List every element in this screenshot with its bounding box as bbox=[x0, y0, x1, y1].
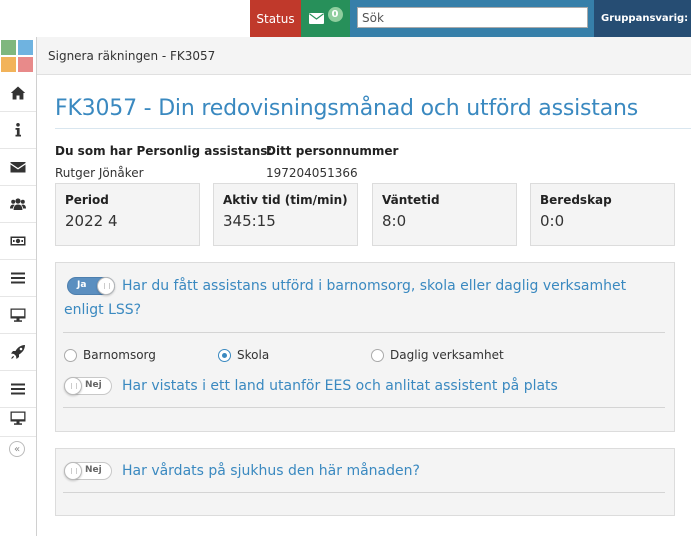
radio-circle-checked bbox=[218, 348, 231, 362]
stat-value: 2022 4 bbox=[65, 212, 118, 230]
sidebar: « bbox=[0, 37, 37, 536]
status-button[interactable]: Status bbox=[250, 0, 301, 37]
app-logo[interactable] bbox=[1, 40, 33, 72]
radio-skola[interactable]: Skola bbox=[218, 348, 269, 362]
radio-label: Skola bbox=[237, 348, 270, 362]
stat-active-time: Aktiv tid (tim/min) 345:15 bbox=[213, 183, 358, 246]
monitor-icon bbox=[10, 308, 26, 322]
divider bbox=[63, 332, 665, 333]
assistant-name: Rutger Jönåker bbox=[55, 166, 144, 180]
envelope-icon bbox=[308, 13, 324, 24]
search-input[interactable] bbox=[357, 7, 588, 28]
assistant-label: Du som har Personlig assistans: bbox=[55, 144, 273, 158]
radio-circle bbox=[371, 348, 384, 362]
envelope-icon bbox=[10, 162, 26, 173]
menu-icon bbox=[11, 272, 25, 284]
status-button-label: Status bbox=[256, 11, 295, 26]
info-icon bbox=[15, 123, 21, 137]
role-label[interactable]: Gruppansvarig: Vis bbox=[594, 0, 691, 37]
sidebar-item-list[interactable] bbox=[0, 260, 36, 297]
stat-label: Beredskap bbox=[540, 193, 612, 207]
radio-daglig-verksamhet[interactable]: Daglig verksamhet bbox=[371, 348, 504, 362]
sidebar-item-messages[interactable] bbox=[0, 149, 36, 186]
sidebar-item-launch[interactable] bbox=[0, 334, 36, 371]
page-title: FK3057 - Din redovisningsmånad och utför… bbox=[55, 96, 638, 121]
hospital-question: Har vårdats på sjukhus den här månaden? bbox=[122, 463, 420, 479]
double-chevron-left-icon: « bbox=[13, 443, 21, 455]
toggle-label: Nej bbox=[85, 380, 102, 390]
sidebar-item-users[interactable] bbox=[0, 186, 36, 223]
radio-barnomsorg[interactable]: Barnomsorg bbox=[64, 348, 156, 362]
title-divider bbox=[55, 128, 691, 129]
divider bbox=[63, 407, 665, 408]
sidebar-item-home[interactable] bbox=[0, 75, 36, 112]
menu-icon bbox=[11, 383, 25, 395]
stat-label: Period bbox=[65, 193, 109, 207]
sidebar-item-monitor[interactable] bbox=[0, 297, 36, 334]
sidebar-item-payments[interactable] bbox=[0, 223, 36, 260]
stat-value: 8:0 bbox=[382, 212, 407, 230]
sidebar-collapse-button[interactable]: « bbox=[9, 441, 25, 457]
stat-label: Väntetid bbox=[382, 193, 440, 207]
radio-label: Daglig verksamhet bbox=[390, 348, 504, 362]
users-icon bbox=[10, 198, 26, 210]
personnummer-value: 197204051366 bbox=[266, 166, 358, 180]
toggle-label: Nej bbox=[85, 465, 102, 475]
stat-waiting-time: Väntetid 8:0 bbox=[372, 183, 517, 246]
money-icon bbox=[10, 236, 26, 246]
stat-standby: Beredskap 0:0 bbox=[530, 183, 675, 246]
stat-value: 0:0 bbox=[540, 212, 565, 230]
messages-button[interactable]: 0 bbox=[301, 0, 350, 37]
radio-circle bbox=[64, 348, 77, 362]
sidebar-item-monitor-2[interactable] bbox=[0, 400, 36, 437]
rocket-icon bbox=[11, 345, 25, 359]
monitor-icon bbox=[10, 411, 26, 425]
stat-value: 345:15 bbox=[223, 212, 276, 230]
message-count-badge: 0 bbox=[327, 7, 343, 22]
top-bar: Status 0 Gruppansvarig: Vis bbox=[0, 0, 691, 37]
stat-period: Period 2022 4 bbox=[55, 183, 200, 246]
lss-question: Har du fått assistans utförd i barnomsor… bbox=[64, 278, 627, 318]
breadcrumb: Signera räkningen - FK3057 bbox=[37, 37, 691, 75]
sidebar-item-info[interactable] bbox=[0, 112, 36, 149]
toggle-knob bbox=[64, 377, 82, 395]
radio-label: Barnomsorg bbox=[83, 348, 156, 362]
ees-question: Har vistats i ett land utanför EES och a… bbox=[122, 378, 558, 394]
personnummer-label: Ditt personnummer bbox=[266, 144, 399, 158]
home-icon bbox=[10, 86, 26, 100]
divider bbox=[63, 492, 665, 493]
stat-label: Aktiv tid (tim/min) bbox=[223, 193, 348, 207]
ees-toggle[interactable]: Nej bbox=[64, 377, 112, 395]
toggle-knob bbox=[64, 462, 82, 480]
hospital-toggle[interactable]: Nej bbox=[64, 462, 112, 480]
